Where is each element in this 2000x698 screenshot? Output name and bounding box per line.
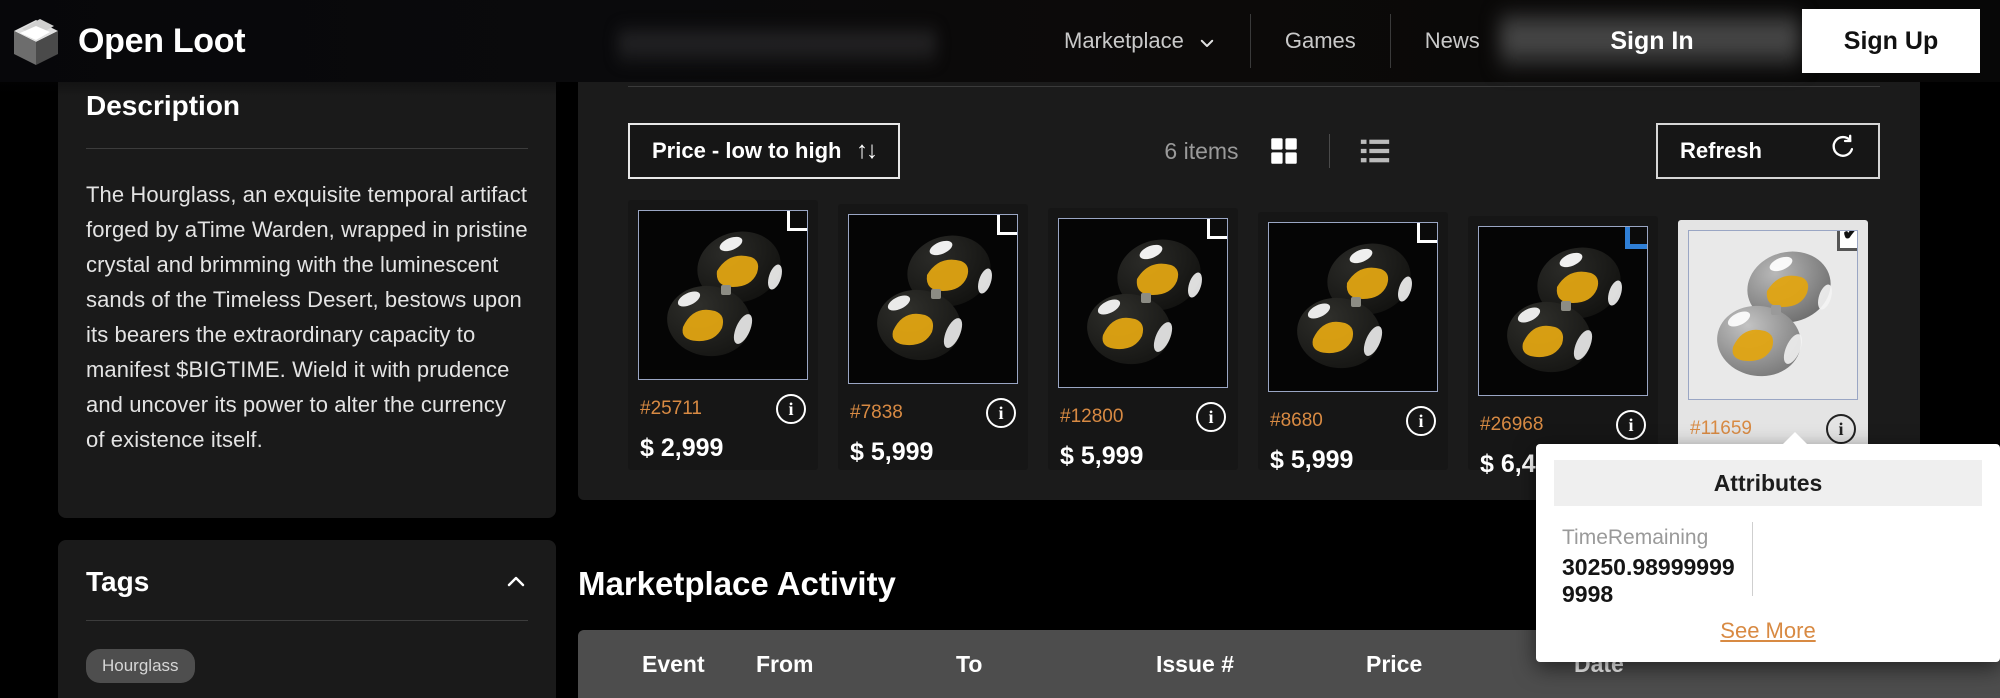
chevron-up-icon[interactable] (504, 570, 528, 594)
info-icon[interactable]: i (1826, 414, 1856, 444)
tooltip-body: TimeRemaining 30250.989999999998 (1536, 506, 2000, 608)
item-card[interactable]: #8680i$ 5,999 (1258, 212, 1448, 470)
attribute-value: 30250.989999999998 (1562, 554, 1740, 608)
description-panel: Description The Hourglass, an exquisite … (58, 68, 556, 518)
item-select-checkbox[interactable] (1207, 218, 1228, 239)
site-header: Open Loot Marketplace Games News Sign In… (0, 0, 2000, 82)
item-thumbnail[interactable] (1058, 218, 1228, 388)
list-view-icon[interactable] (1358, 134, 1392, 168)
tooltip-arrow (1782, 432, 1808, 445)
item-price: $ 5,999 (1058, 432, 1228, 471)
info-icon[interactable]: i (1406, 406, 1436, 436)
primary-nav: Marketplace Games News (1030, 0, 1514, 82)
sign-in-button[interactable]: Sign In (1502, 13, 1802, 69)
item-select-checkbox[interactable] (787, 210, 808, 231)
market-items-panel: Price - low to high ↑↓ 6 items Refresh (578, 60, 1920, 500)
item-card[interactable]: #7838 i$ 5,999 (838, 204, 1028, 470)
nav-item-games[interactable]: Games (1251, 15, 1390, 67)
marketplace-page: Description The Hourglass, an exquisite … (0, 0, 2000, 698)
items-toolbar: Price - low to high ↑↓ 6 items Refresh (628, 120, 1880, 182)
tags-divider (86, 620, 528, 621)
brand[interactable]: Open Loot (0, 13, 245, 69)
nav-item-marketplace[interactable]: Marketplace (1030, 15, 1250, 67)
item-id: #11659 (1690, 418, 1752, 440)
tags-header[interactable]: Tags (86, 540, 528, 598)
item-price: $ 5,999 (1268, 436, 1438, 475)
attribute-name: TimeRemaining (1562, 526, 1978, 550)
hourglass-icon (639, 211, 807, 379)
see-more-link[interactable]: See More (1536, 618, 2000, 644)
info-icon[interactable]: i (1616, 410, 1646, 440)
item-thumbnail[interactable] (848, 214, 1018, 384)
item-price: $ 2,999 (638, 424, 808, 463)
item-card[interactable]: #11659i$ 9,999 (1678, 220, 1868, 470)
view-toggle-divider (1329, 134, 1330, 168)
item-meta-row: #25711 i (638, 380, 808, 424)
item-id: #25711 (640, 398, 702, 420)
item-id: #26968 (1480, 414, 1543, 436)
chevron-down-icon (1198, 32, 1216, 50)
nav-label-marketplace: Marketplace (1064, 28, 1184, 54)
item-select-checkbox[interactable] (1417, 222, 1438, 243)
info-icon[interactable]: i (986, 398, 1016, 428)
refresh-button[interactable]: Refresh (1656, 123, 1880, 179)
tooltip-title: Attributes (1554, 460, 1982, 506)
item-select-checkbox[interactable] (1627, 226, 1648, 247)
market-top-divider (628, 86, 1880, 87)
auth-buttons: Sign In Sign Up (1502, 0, 2000, 82)
refresh-label: Refresh (1680, 138, 1762, 164)
nav-item-news[interactable]: News (1391, 15, 1514, 67)
search-input[interactable] (618, 22, 936, 64)
item-thumbnail[interactable] (1268, 222, 1438, 392)
item-select-checkbox[interactable] (1837, 230, 1858, 251)
column-header-event[interactable]: Event (578, 651, 756, 678)
item-card[interactable]: #26968i$ 6,499 (1468, 216, 1658, 470)
item-thumbnail[interactable] (638, 210, 808, 380)
item-card-grid: #25711i$ 2,999 #7838i$ 5,999 (628, 200, 1880, 470)
marketplace-activity-title: Marketplace Activity (578, 565, 896, 603)
item-id: #7838 (850, 402, 903, 424)
hourglass-icon (1479, 227, 1647, 395)
hourglass-icon (1689, 231, 1857, 399)
sort-arrows-icon: ↑↓ (856, 137, 876, 165)
description-text: The Hourglass, an exquisite temporal art… (86, 149, 528, 457)
tag-chip[interactable]: Hourglass (86, 649, 195, 683)
item-price: $ 5,999 (848, 428, 1018, 467)
item-meta-row: #7838 i (848, 384, 1018, 428)
tooltip-divider (1752, 522, 1753, 596)
tags-title: Tags (86, 566, 149, 598)
left-sidebar: Description The Hourglass, an exquisite … (0, 0, 560, 698)
item-meta-row: #11659 i (1688, 400, 1858, 444)
sign-up-button[interactable]: Sign Up (1802, 9, 1980, 73)
sort-label: Price - low to high (652, 138, 841, 164)
info-icon[interactable]: i (776, 394, 806, 424)
sort-dropdown-button[interactable]: Price - low to high ↑↓ (628, 123, 900, 179)
item-thumbnail[interactable] (1688, 230, 1858, 400)
column-header-to[interactable]: To (956, 651, 1156, 678)
item-meta-row: #26968 i (1478, 396, 1648, 440)
attributes-tooltip: Attributes TimeRemaining 30250.989999999… (1536, 444, 2000, 662)
toolbar-center-group: 6 items (900, 134, 1656, 168)
item-meta-row: #12800 i (1058, 388, 1228, 432)
column-header-from[interactable]: From (756, 651, 956, 678)
item-id: #12800 (1060, 406, 1123, 428)
item-card[interactable]: #12800 i$ 5,999 (1048, 208, 1238, 470)
info-icon[interactable]: i (1196, 402, 1226, 432)
item-id: #8680 (1270, 410, 1323, 432)
hourglass-icon (849, 215, 1017, 383)
hourglass-icon (1269, 223, 1437, 391)
item-meta-row: #8680 i (1268, 392, 1438, 436)
open-box-logo-icon (10, 13, 62, 69)
brand-name: Open Loot (78, 22, 245, 61)
item-card[interactable]: #25711 i$ 2,999 (628, 200, 818, 470)
hourglass-icon (1059, 219, 1227, 387)
tags-panel: Tags Hourglass (58, 540, 556, 698)
item-thumbnail[interactable] (1478, 226, 1648, 396)
column-header-issue[interactable]: Issue # (1156, 651, 1366, 678)
refresh-icon (1828, 134, 1856, 168)
grid-view-icon[interactable] (1267, 134, 1301, 168)
items-count-label: 6 items (1164, 138, 1238, 165)
item-select-checkbox[interactable] (997, 214, 1018, 235)
